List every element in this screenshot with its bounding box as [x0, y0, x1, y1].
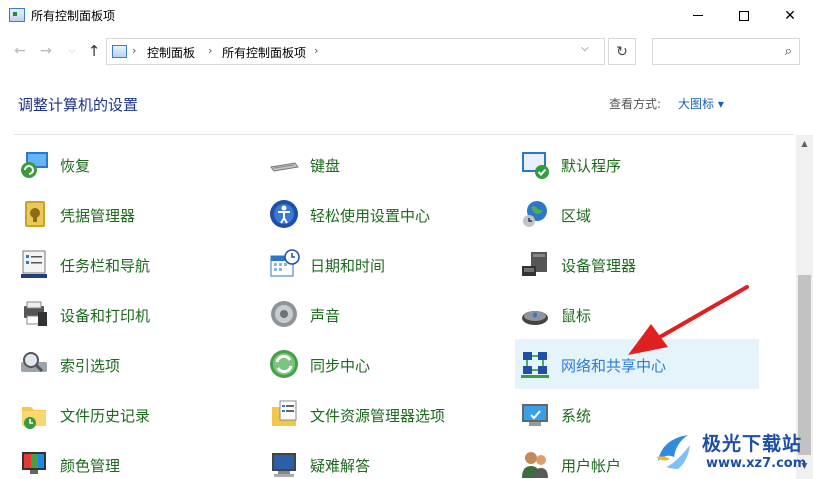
- item-label: 凭据管理器: [60, 207, 136, 225]
- item-label: 疑难解答: [310, 457, 371, 475]
- item-label: 文件资源管理器选项: [310, 407, 446, 425]
- user-accounts-icon: [522, 452, 548, 478]
- item-label: 系统: [561, 407, 592, 425]
- troubleshooting-icon: [272, 453, 296, 477]
- sound-icon: [271, 301, 297, 327]
- devices-printers-icon: [24, 301, 47, 326]
- item-label: 声音: [310, 307, 341, 325]
- item-region[interactable]: 区域: [515, 193, 755, 235]
- default-programs-icon: [522, 152, 549, 179]
- explorer-options-icon: [272, 400, 297, 426]
- item-label: 恢复: [60, 157, 91, 175]
- credential-manager-icon: [25, 201, 45, 227]
- item-network-sharing[interactable]: 网络和共享中心: [515, 339, 759, 389]
- color-management-icon: [22, 452, 46, 474]
- date-time-icon: [270, 249, 300, 277]
- address-dropdown-icon[interactable]: ⌵: [581, 43, 589, 54]
- item-taskbar-navigation[interactable]: 任务栏和导航: [14, 243, 254, 285]
- item-label: 设备管理器: [561, 257, 637, 275]
- view-by-dropdown[interactable]: 大图标 ▾: [678, 95, 724, 112]
- watermark-logo: 极光下载站 www.xz7.com: [652, 425, 810, 477]
- forward-button[interactable]: →: [36, 41, 56, 61]
- item-explorer-options[interactable]: 文件资源管理器选项: [264, 393, 504, 435]
- item-label: 鼠标: [561, 307, 592, 325]
- item-default-programs[interactable]: 默认程序: [515, 143, 755, 185]
- aurora-logo-icon: [656, 435, 690, 469]
- item-file-history[interactable]: 文件历史记录: [14, 393, 254, 435]
- item-devices-printers[interactable]: 设备和打印机: [14, 293, 254, 335]
- sync-center-icon: [270, 350, 298, 378]
- control-panel-icon: [112, 45, 127, 58]
- mouse-icon: [522, 311, 548, 325]
- refresh-button[interactable]: ↻: [608, 38, 636, 65]
- search-input[interactable]: ⌕: [652, 38, 800, 65]
- item-label: 键盘: [310, 157, 341, 175]
- item-credential-manager[interactable]: 凭据管理器: [14, 193, 254, 235]
- window-title: 所有控制面板项: [31, 9, 116, 23]
- breadcrumb-separator-icon[interactable]: ›: [208, 44, 212, 57]
- watermark-title: 极光下载站: [702, 433, 803, 455]
- item-label: 轻松使用设置中心: [310, 207, 431, 225]
- scroll-up-icon[interactable]: ▲: [796, 139, 813, 148]
- maximize-button[interactable]: [721, 0, 767, 31]
- minimize-button[interactable]: [675, 0, 721, 31]
- taskbar-icon: [21, 250, 47, 278]
- item-keyboard[interactable]: 键盘: [264, 143, 504, 185]
- breadcrumb-separator-icon[interactable]: ›: [132, 44, 136, 57]
- item-label: 设备和打印机: [60, 307, 151, 325]
- system-icon: [522, 404, 548, 426]
- address-bar[interactable]: › 控制面板 › 所有控制面板项 › ⌵: [106, 38, 605, 65]
- item-label: 同步中心: [310, 357, 371, 375]
- item-sync-center[interactable]: 同步中心: [264, 343, 504, 385]
- header-divider: [14, 134, 794, 135]
- indexing-icon: [21, 352, 47, 373]
- item-date-time[interactable]: 日期和时间: [264, 243, 504, 285]
- ease-of-access-icon: [270, 200, 298, 228]
- page-title: 调整计算机的设置: [18, 96, 139, 114]
- navigation-bar: ← → ⌵ ↑ › 控制面板 › 所有控制面板项 › ⌵ ↻ ⌕: [0, 31, 813, 73]
- item-ease-of-access[interactable]: 轻松使用设置中心: [264, 193, 504, 235]
- search-icon: ⌕: [784, 44, 792, 59]
- item-troubleshooting[interactable]: 疑难解答: [264, 443, 504, 479]
- back-button[interactable]: ←: [10, 41, 30, 61]
- item-device-manager[interactable]: 设备管理器: [515, 243, 755, 285]
- item-indexing-options[interactable]: 索引选项: [14, 343, 254, 385]
- maximize-icon: [739, 10, 749, 21]
- item-label: 颜色管理: [60, 457, 121, 475]
- item-label: 默认程序: [561, 157, 622, 175]
- watermark-url: www.xz7.com: [706, 456, 807, 471]
- item-sound[interactable]: 声音: [264, 293, 504, 335]
- item-color-management[interactable]: 颜色管理: [14, 443, 254, 479]
- item-label: 网络和共享中心: [561, 357, 667, 375]
- view-by-label: 查看方式:: [609, 97, 662, 111]
- region-icon: [523, 201, 547, 227]
- item-label: 索引选项: [60, 357, 121, 375]
- item-label: 区域: [561, 207, 592, 225]
- recovery-icon: [21, 152, 48, 178]
- breadcrumb-control-panel[interactable]: 控制面板: [147, 44, 195, 61]
- recent-locations-button[interactable]: ⌵: [62, 41, 82, 61]
- minimize-icon: [693, 15, 703, 16]
- item-label: 任务栏和导航: [60, 257, 151, 275]
- keyboard-icon: [270, 162, 299, 172]
- control-panel-app-icon: [9, 8, 25, 22]
- title-bar: 所有控制面板项 ✕: [0, 0, 813, 31]
- item-mouse[interactable]: 鼠标: [515, 293, 755, 335]
- item-label: 日期和时间: [310, 257, 386, 275]
- breadcrumb-separator-icon[interactable]: ›: [314, 44, 318, 57]
- item-label: 文件历史记录: [60, 407, 151, 425]
- item-label: 用户帐户: [561, 457, 622, 475]
- device-manager-icon: [522, 252, 547, 276]
- up-button[interactable]: ↑: [84, 41, 104, 61]
- close-button[interactable]: ✕: [767, 0, 813, 31]
- network-sharing-icon: [521, 352, 549, 378]
- file-history-icon: [22, 407, 46, 429]
- breadcrumb-all-items[interactable]: 所有控制面板项: [222, 44, 306, 61]
- item-recovery[interactable]: 恢复: [14, 143, 254, 185]
